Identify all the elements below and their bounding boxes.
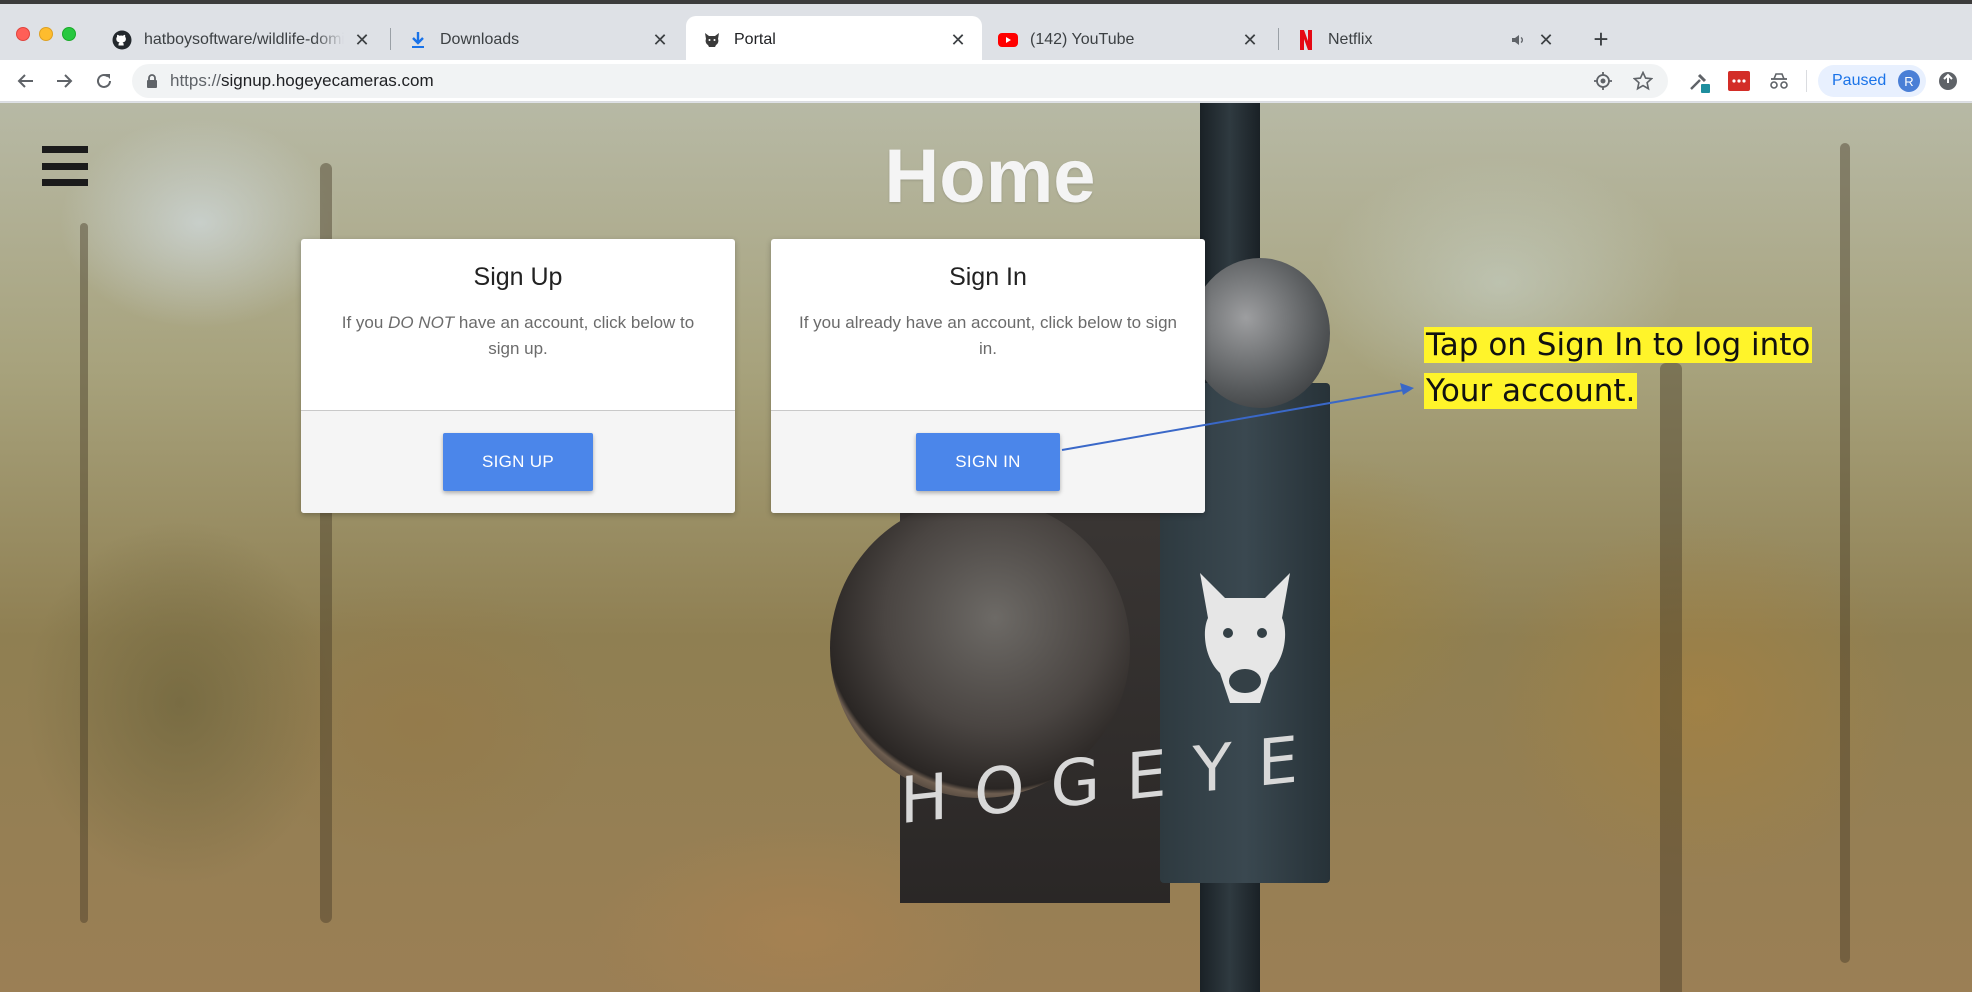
annotation-line-1: Tap on Sign In to log into [1424, 327, 1813, 363]
avatar: R [1898, 70, 1920, 92]
close-icon[interactable]: ✕ [352, 30, 372, 50]
incognito-extension-icon[interactable] [1766, 68, 1792, 94]
signin-card: Sign In If you already have an account, … [771, 239, 1205, 513]
signup-card: Sign Up If you DO NOT have an account, c… [301, 239, 735, 513]
tab-title: Portal [734, 31, 776, 48]
page-content: HOGEYE Home Sign Up If you DO NOT have a… [0, 103, 1972, 992]
profile-status-label: Paused [1832, 72, 1887, 89]
close-icon[interactable]: ✕ [1536, 30, 1556, 50]
signup-heading: Sign Up [473, 263, 563, 291]
tab-separator [390, 28, 391, 50]
profile-paused-button[interactable]: Paused R [1818, 65, 1926, 97]
tab-title: (142) YouTube [1030, 31, 1135, 48]
close-icon[interactable]: ✕ [1240, 30, 1260, 50]
tab-downloads[interactable]: Downloads ✕ [392, 16, 684, 64]
background-tree [1840, 143, 1850, 963]
url-text: https://signup.hogeyecameras.com [170, 71, 434, 90]
hamburger-menu-icon[interactable] [42, 146, 88, 186]
back-arrow-icon[interactable] [12, 67, 40, 95]
address-bar[interactable]: https://signup.hogeyecameras.com [132, 64, 1668, 98]
ir-light [1190, 258, 1330, 408]
tab-title: Netflix [1328, 31, 1373, 48]
eyedropper-extension-icon[interactable] [1686, 68, 1712, 94]
reload-icon[interactable] [90, 67, 118, 95]
tab-strip: hatboysoftware/wildlife-domin ✕ Download… [0, 0, 1972, 64]
tab-separator [1278, 28, 1279, 50]
signup-button[interactable]: SIGN UP [443, 433, 593, 491]
tab-title: hatboysoftware/wildlife-domin [144, 31, 344, 48]
signin-button[interactable]: SIGN IN [916, 433, 1060, 491]
download-icon [408, 30, 428, 50]
signin-heading: Sign In [949, 263, 1027, 291]
minimize-window-button[interactable] [39, 27, 53, 41]
page-title: Home [884, 134, 1096, 219]
tab-netflix[interactable]: Netflix ✕ [1280, 16, 1570, 64]
speaker-icon[interactable] [1508, 30, 1528, 50]
github-icon [112, 30, 132, 50]
lock-icon[interactable] [146, 73, 158, 89]
lastpass-extension-icon[interactable] [1726, 68, 1752, 94]
close-icon[interactable]: ✕ [948, 30, 968, 50]
signin-description: If you already have an account, click be… [799, 313, 1177, 358]
tab-youtube[interactable]: (142) YouTube ✕ [982, 16, 1274, 64]
youtube-icon [998, 30, 1018, 50]
maximize-window-button[interactable] [62, 27, 76, 41]
boar-icon [702, 30, 722, 50]
location-icon[interactable] [1590, 68, 1616, 94]
netflix-icon [1296, 30, 1316, 50]
close-window-button[interactable] [16, 27, 30, 41]
browser-toolbar: https://signup.hogeyecameras.com Paused … [0, 60, 1972, 102]
tutorial-annotation: Tap on Sign In to log into Your account. [1424, 322, 1813, 414]
tab-github[interactable]: hatboysoftware/wildlife-domin ✕ [96, 16, 386, 64]
toolbar-separator [1806, 70, 1807, 92]
background-tree [80, 223, 88, 923]
bookmark-star-icon[interactable] [1630, 68, 1656, 94]
forward-arrow-icon[interactable] [50, 67, 78, 95]
close-icon[interactable]: ✕ [650, 30, 670, 50]
tab-portal[interactable]: Portal ✕ [686, 16, 982, 64]
annotation-line-2: Your account. [1424, 373, 1638, 409]
chrome-menu-icon[interactable] [1935, 68, 1961, 94]
boar-logo-icon [1200, 573, 1290, 703]
new-tab-button[interactable]: + [1588, 24, 1614, 54]
tab-title: Downloads [440, 31, 520, 48]
background-tree [1660, 363, 1682, 992]
signup-description: If you DO NOT have an account, click bel… [341, 313, 695, 358]
